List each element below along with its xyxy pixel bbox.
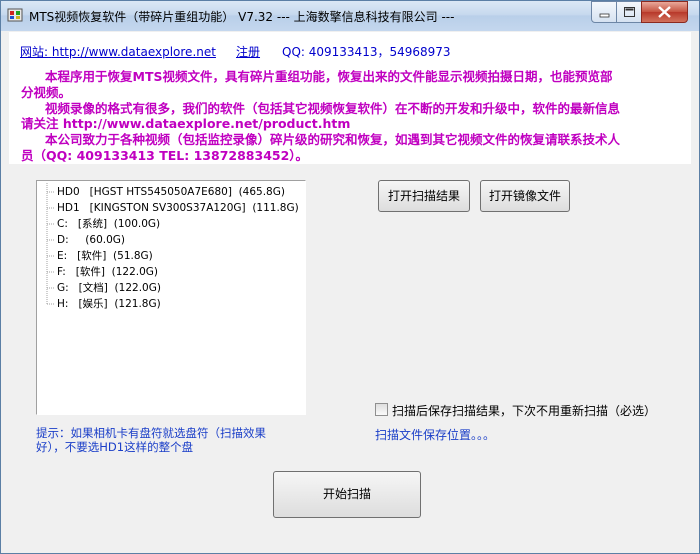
- drive-list[interactable]: HD0 [HGST HTS545050A7E680] (465.8G) HD1 …: [36, 180, 306, 415]
- register-link[interactable]: 注册: [236, 43, 260, 60]
- open-image-file-button[interactable]: 打开镜像文件: [480, 180, 570, 212]
- maximize-icon: [624, 7, 635, 17]
- qq-contact: QQ: 409133413，54968973: [282, 45, 451, 59]
- window-title: MTS视频恢复软件（带碎片重组功能） V7.32 --- 上海数擎信息科技有限公…: [29, 10, 455, 24]
- maximize-button[interactable]: [616, 1, 643, 23]
- minimize-button[interactable]: [591, 1, 618, 23]
- website-url: http://www.dataexplore.net: [51, 45, 216, 59]
- drive-item-g[interactable]: G: [文档] (122.0G): [57, 280, 161, 296]
- drive-item-h[interactable]: H: [娱乐] (121.8G): [57, 296, 161, 312]
- drive-item-f[interactable]: F: [软件] (122.0G): [57, 264, 158, 280]
- info-panel: 网站: http://www.dataexplore.net 注册 QQ: 40…: [9, 32, 691, 164]
- title-bar[interactable]: MTS视频恢复软件（带碎片重组功能） V7.32 --- 上海数擎信息科技有限公…: [1, 1, 699, 31]
- open-scan-result-button[interactable]: 打开扫描结果: [378, 180, 470, 212]
- close-icon: [658, 6, 671, 18]
- drive-item-e[interactable]: E: [软件] (51.8G): [57, 248, 153, 264]
- drive-item-hd0[interactable]: HD0 [HGST HTS545050A7E680] (465.8G): [57, 184, 285, 200]
- website-label: 网站:: [20, 45, 49, 59]
- drive-item-c[interactable]: C: [系统] (100.0G): [57, 216, 160, 232]
- app-window: MTS视频恢复软件（带碎片重组功能） V7.32 --- 上海数擎信息科技有限公…: [0, 0, 700, 554]
- save-location-link[interactable]: 扫描文件保存位置。。。: [375, 426, 495, 443]
- intro-paragraph-2: 视频录像的格式有很多，我们的软件（包括其它视频恢复软件）在不断的开发和升级中，软…: [21, 100, 621, 132]
- drive-item-hd1[interactable]: HD1 [KINGSTON SV300S37A120G] (111.8G): [57, 200, 299, 216]
- website-link[interactable]: 网站: http://www.dataexplore.net: [20, 43, 216, 60]
- main-client-area: 网站: http://www.dataexplore.net 注册 QQ: 40…: [9, 32, 691, 545]
- intro-paragraph-3: 本公司致力于各种视频（包括监控录像）碎片级的研究和恢复，如遇到其它视频文件的恢复…: [21, 132, 621, 163]
- drive-item-d[interactable]: D: (60.0G): [57, 232, 125, 248]
- save-after-scan-checkbox[interactable]: [375, 403, 388, 416]
- hint-text: 提示：如果相机卡有盘符就选盘符（扫描效果好），不要选HD1这样的整个盘: [36, 426, 266, 454]
- intro-text: 本程序用于恢复MTS视频文件，具有碎片重组功能，恢复出来的文件能显示视频拍摄日期…: [21, 69, 621, 164]
- save-after-scan-label[interactable]: 扫描后保存扫描结果，下次不用重新扫描（必选）: [392, 402, 656, 419]
- intro-paragraph-1: 本程序用于恢复MTS视频文件，具有碎片重组功能，恢复出来的文件能显示视频拍摄日期…: [21, 69, 613, 100]
- close-button[interactable]: [641, 1, 688, 23]
- app-icon: [7, 7, 23, 23]
- start-scan-button[interactable]: 开始扫描: [273, 471, 421, 518]
- minimize-icon: [599, 13, 610, 18]
